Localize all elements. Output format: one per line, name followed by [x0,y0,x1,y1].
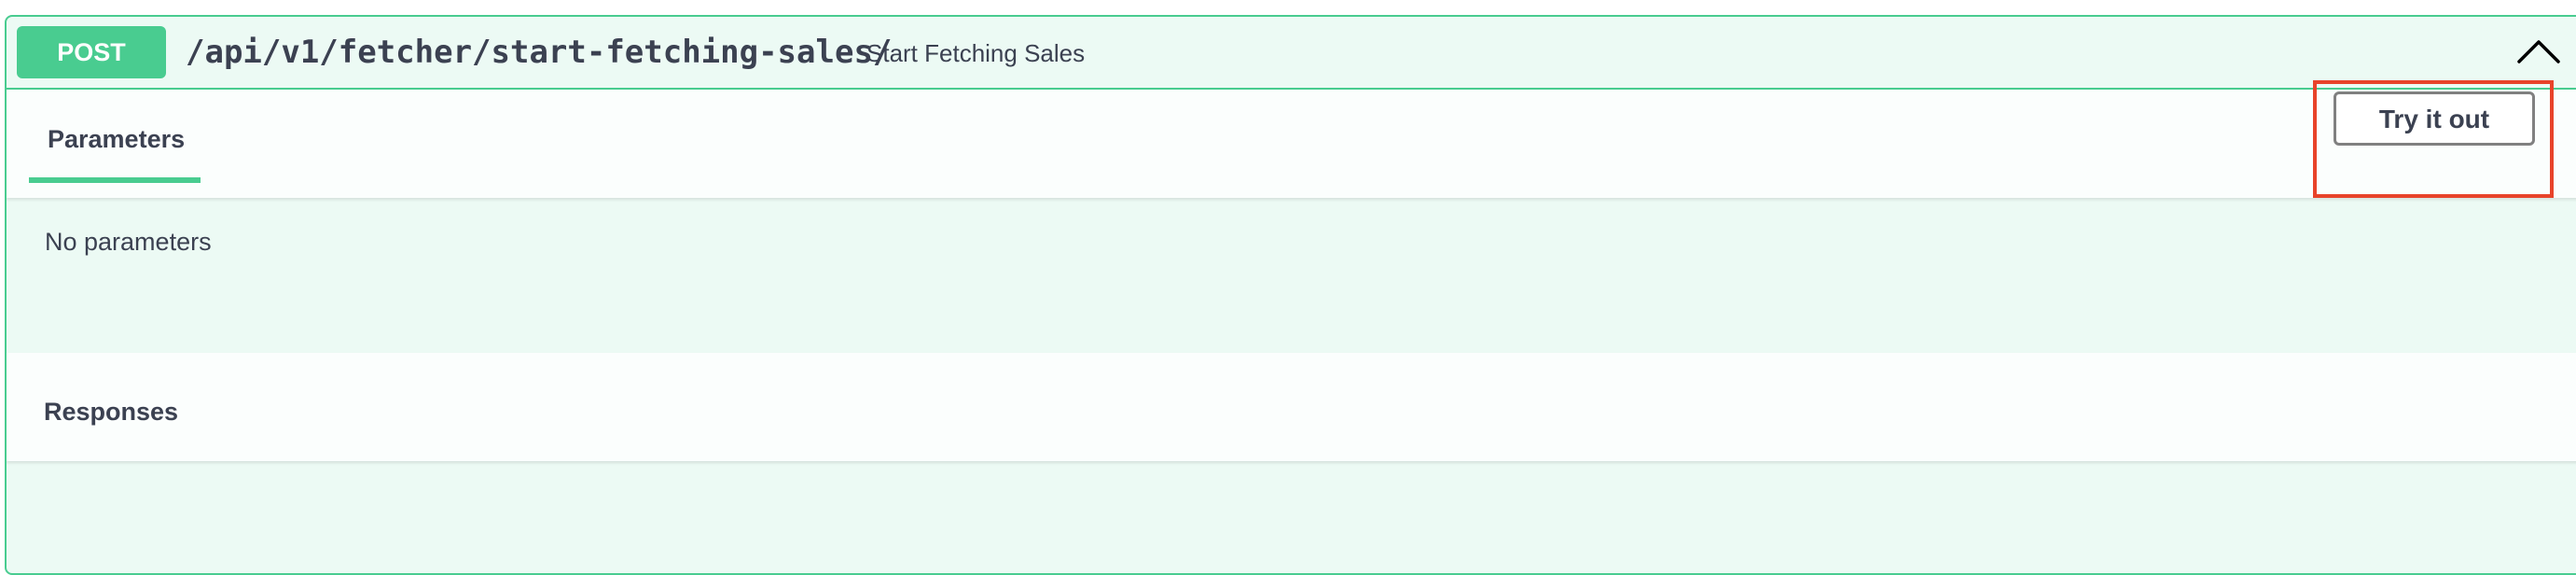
operation-block-post: POST /api/v1/fetcher/start-fetching-sale… [5,15,2576,575]
responses-header: Responses [7,353,2576,461]
tab-parameters[interactable]: Parameters [29,121,201,183]
no-parameters-message: No parameters [45,228,212,256]
endpoint-description: Start Fetching Sales [866,39,1086,67]
operation-summary[interactable]: POST /api/v1/fetcher/start-fetching-sale… [7,17,2576,90]
endpoint-path[interactable]: /api/v1/fetcher/start-fetching-sales/ [186,34,892,71]
chevron-up-icon[interactable] [2515,35,2562,69]
responses-title: Responses [44,398,179,426]
try-it-out-button[interactable]: Try it out [2334,91,2535,146]
parameters-header: Parameters [7,90,2576,198]
tab-parameters-label: Parameters [48,125,186,153]
method-badge: POST [17,26,166,78]
